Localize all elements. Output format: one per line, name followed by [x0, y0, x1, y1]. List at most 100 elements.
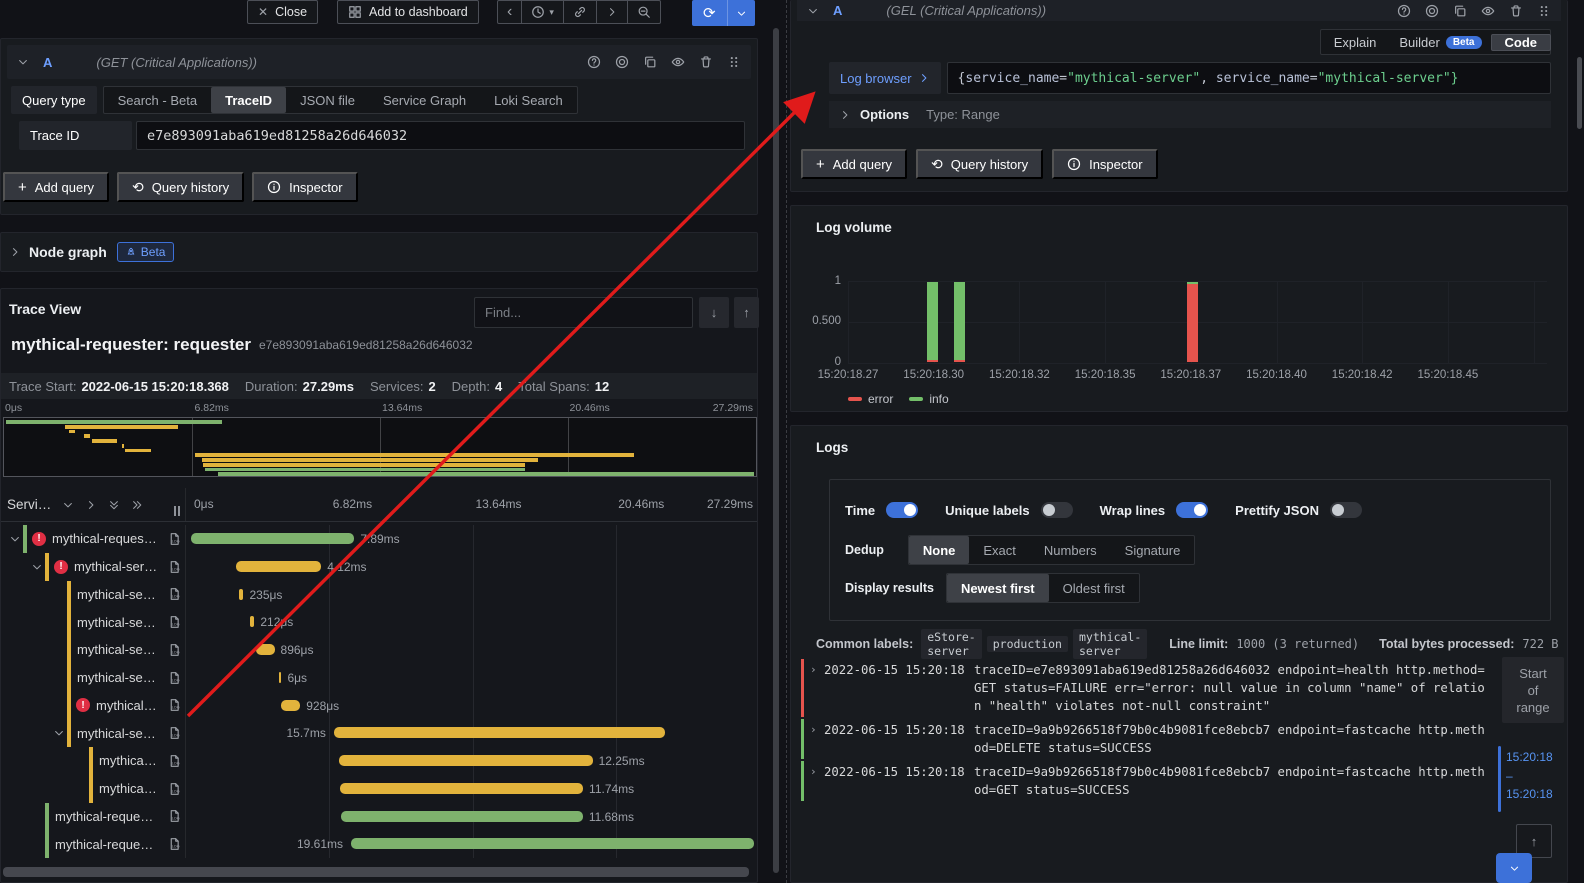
span-log-icon[interactable]: LOG	[168, 642, 181, 658]
span-log-icon[interactable]: LOG	[168, 614, 181, 630]
add-query-button[interactable]: +Add query	[801, 149, 907, 179]
collapse-one-icon[interactable]	[62, 499, 74, 511]
drag-handle-icon[interactable]	[727, 55, 741, 69]
tab-search-beta[interactable]: Search - Beta	[104, 87, 212, 113]
eye-icon[interactable]	[671, 55, 685, 69]
dedup-signature[interactable]: Signature	[1111, 536, 1195, 564]
span-row[interactable]: mythical-se…LOG235μs	[1, 581, 757, 609]
eye-icon[interactable]	[1481, 4, 1495, 18]
add-to-dashboard-button[interactable]: Add to dashboard	[337, 0, 479, 24]
trace-find-input[interactable]	[474, 297, 693, 328]
span-row[interactable]: mythica…LOG12.25ms	[1, 747, 757, 775]
span-row[interactable]: mythical-se…LOG6μs	[1, 664, 757, 692]
trash-icon[interactable]	[699, 55, 713, 69]
dedup-none[interactable]: None	[909, 536, 970, 564]
span-row[interactable]: mythical-se…LOG896μs	[1, 636, 757, 664]
tab-code[interactable]: Code	[1491, 34, 1552, 51]
span-expand-icon[interactable]	[51, 727, 67, 739]
column-resize-handle[interactable]	[174, 506, 182, 516]
span-duration-bar[interactable]	[340, 783, 583, 794]
scroll-down-button[interactable]	[1496, 853, 1532, 883]
toggle-switch[interactable]	[886, 502, 918, 518]
left-pane-scrollbar[interactable]	[773, 28, 779, 873]
find-next-button[interactable]: ↓	[699, 297, 729, 328]
span-row[interactable]: mythical-se…LOG15.7ms	[1, 719, 757, 747]
span-expand-icon[interactable]	[7, 533, 23, 545]
span-log-icon[interactable]: LOG	[168, 697, 181, 713]
collapse-query-row-icon[interactable]	[807, 5, 819, 17]
horizontal-scrollbar[interactable]	[1, 865, 757, 879]
span-duration-bar[interactable]	[256, 644, 275, 655]
zoom-out-time-button[interactable]	[628, 1, 660, 23]
time-range-forward-button[interactable]	[597, 1, 628, 23]
toggle-wrap-lines[interactable]: Wrap lines	[1100, 502, 1209, 518]
legend-info[interactable]: info	[909, 392, 948, 406]
log-expand-icon[interactable]: ›	[810, 661, 824, 679]
record-icon[interactable]	[615, 55, 629, 69]
query-options-row[interactable]: Options Type: Range	[829, 101, 1551, 128]
display-newest-first[interactable]: Newest first	[947, 574, 1049, 602]
span-row[interactable]: !mythical…LOG928μs	[1, 692, 757, 720]
span-duration-bar[interactable]	[239, 589, 244, 600]
span-row[interactable]: !mythical-ser…LOG4.12ms	[1, 553, 757, 581]
dedup-exact[interactable]: Exact	[969, 536, 1030, 564]
log-row-info[interactable]: ›2022-06-15 15:20:18traceID=9a9b9266518f…	[801, 719, 1501, 759]
help-icon[interactable]	[587, 55, 601, 69]
span-row[interactable]: !mythical-reques…LOG7.89ms	[1, 525, 757, 553]
span-duration-bar[interactable]	[236, 561, 321, 572]
trash-icon[interactable]	[1509, 4, 1523, 18]
close-split-button[interactable]: ✕ Close	[247, 0, 318, 24]
loki-query-input[interactable]: {service_name="mythical-server", service…	[947, 62, 1551, 94]
span-row[interactable]: mythica…LOG11.74ms	[1, 775, 757, 803]
tab-explain[interactable]: Explain	[1321, 35, 1390, 50]
span-duration-bar[interactable]	[279, 672, 282, 683]
display-oldest-first[interactable]: Oldest first	[1049, 574, 1139, 602]
find-prev-button[interactable]: ↑	[734, 297, 759, 328]
expand-node-graph-icon[interactable]	[9, 246, 21, 258]
inspector-button[interactable]: Inspector	[252, 172, 357, 202]
help-icon[interactable]	[1397, 4, 1411, 18]
span-log-icon[interactable]: LOG	[168, 586, 181, 602]
trace-id-input[interactable]	[136, 121, 745, 150]
expand-all-icon[interactable]	[131, 499, 143, 511]
span-row[interactable]: mythical-se…LOG212μs	[1, 608, 757, 636]
query-history-button[interactable]: ⟲Query history	[916, 149, 1043, 179]
span-duration-bar[interactable]	[191, 533, 354, 544]
span-log-icon[interactable]: LOG	[168, 559, 181, 575]
copy-icon[interactable]	[1453, 4, 1467, 18]
run-query-interval-dropdown[interactable]	[727, 0, 755, 26]
tab-traceid[interactable]: TraceID	[211, 87, 286, 113]
span-log-icon[interactable]: LOG	[168, 725, 181, 741]
legend-error[interactable]: error	[848, 392, 893, 406]
tab-json-file[interactable]: JSON file	[286, 87, 369, 113]
span-duration-bar[interactable]	[351, 838, 754, 849]
span-duration-bar[interactable]	[341, 811, 583, 822]
expand-one-icon[interactable]	[85, 499, 97, 511]
log-row-error[interactable]: ›2022-06-15 15:20:18traceID=e7e893091aba…	[801, 659, 1501, 717]
log-expand-icon[interactable]: ›	[810, 721, 824, 739]
span-log-icon[interactable]: LOG	[168, 531, 181, 547]
node-graph-title[interactable]: Node graph	[29, 244, 107, 260]
time-range-back-button[interactable]: ‹	[498, 1, 522, 23]
query-history-button[interactable]: ⟲Query history	[117, 172, 244, 202]
span-row[interactable]: mythical-reque…LOG11.68ms	[1, 803, 757, 831]
copy-icon[interactable]	[643, 55, 657, 69]
run-query-button[interactable]: ⟳	[692, 0, 727, 26]
share-link-button[interactable]	[564, 1, 597, 23]
inspector-button[interactable]: Inspector	[1052, 149, 1157, 179]
time-picker-button[interactable]: ▾	[522, 1, 564, 23]
tab-service-graph[interactable]: Service Graph	[369, 87, 480, 113]
log-row-info[interactable]: ›2022-06-15 15:20:18traceID=9a9b9266518f…	[801, 761, 1501, 801]
dedup-numbers[interactable]: Numbers	[1030, 536, 1111, 564]
add-query-button[interactable]: +Add query	[3, 172, 109, 202]
record-icon[interactable]	[1425, 4, 1439, 18]
log-expand-icon[interactable]: ›	[810, 763, 824, 781]
span-expand-icon[interactable]	[29, 561, 45, 573]
tab-builder[interactable]: Builder Beta	[1389, 35, 1491, 50]
collapse-all-icon[interactable]	[108, 499, 120, 511]
collapse-query-row-icon[interactable]	[17, 56, 29, 68]
span-row[interactable]: mythical-reque…LOG19.61ms	[1, 830, 757, 858]
toggle-switch[interactable]	[1041, 502, 1073, 518]
toggle-switch[interactable]	[1176, 502, 1208, 518]
right-pane-scrollbar[interactable]	[1577, 57, 1582, 129]
